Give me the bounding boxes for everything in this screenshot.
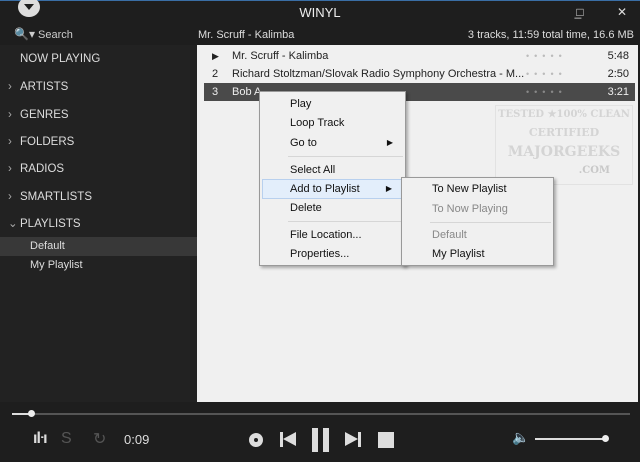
sidebar-item-label: RADIOS [20,163,65,175]
repeat-icon[interactable]: ↻ [93,429,106,449]
menu-item-play[interactable]: Play [262,94,403,114]
menu-item-go-to[interactable]: Go to ▶ [262,133,403,153]
sidebar-item-genres[interactable]: › GENRES [0,105,197,125]
shuffle-icon[interactable]: S [61,430,72,448]
chevron-right-icon: › [8,191,12,203]
search-icon: 🔍▾ [14,27,35,41]
watermark-line: MAJORGEEKS [507,144,621,160]
now-playing-info: Mr. Scruff - Kalimba [198,29,295,41]
sidebar-item-label: FOLDERS [20,136,75,148]
menu-item-file-location[interactable]: File Location... [262,225,403,245]
watermark: TESTED ★100% CLEAN CERTIFIED MAJORGEEKS … [495,105,633,185]
title-bar: WINYL _ □ ✕ [0,0,640,22]
watermark-line: CERTIFIED [528,126,600,139]
menu-item-loop-track[interactable]: Loop Track [262,113,403,133]
track-rating[interactable]: ••••• [526,47,567,65]
sidebar-item-now-playing[interactable]: NOW PLAYING [0,49,197,69]
track-rating[interactable]: ••••• [526,65,567,83]
sidebar-item-folders[interactable]: › FOLDERS [0,132,197,152]
track-row[interactable]: ▶ Mr. Scruff - Kalimba ••••• 5:48 [204,47,635,65]
sidebar-item-label: NOW PLAYING [20,53,101,65]
menu-item-label: Go to [290,137,317,149]
menu-item-add-to-playlist[interactable]: Add to Playlist ▶ [262,179,403,199]
window-title: WINYL [299,5,341,20]
volume-icon[interactable]: 🔈 [512,429,529,446]
track-name: Mr. Scruff - Kalimba [232,50,329,62]
sidebar-item-artists[interactable]: › ARTISTS [0,77,197,97]
track-number: 2 [212,68,219,80]
seek-bar[interactable] [12,413,630,415]
menu-item-delete[interactable]: Delete [262,198,403,218]
menu-separator [288,156,403,157]
submenu-item-default: Default [432,229,467,241]
playlist-item-my-playlist[interactable]: My Playlist [0,256,197,275]
chevron-down-icon: ⌄ [8,218,18,230]
chevron-right-icon: › [8,163,12,175]
menu-separator [288,221,403,222]
menu-item-properties[interactable]: Properties... [262,244,403,264]
chevron-right-icon: › [8,81,12,93]
maximize-button[interactable]: □ [569,3,591,21]
menu-separator [430,222,551,223]
volume-slider[interactable] [535,438,605,440]
search-button[interactable]: 🔍▾ Search [14,27,73,41]
sidebar-item-smartlists[interactable]: › SMARTLISTS [0,187,197,207]
submenu-item-my-playlist[interactable]: My Playlist [404,244,551,264]
track-name: Richard Stoltzman/Slovak Radio Symphony … [232,68,525,80]
track-duration: 5:48 [607,50,629,62]
equalizer-icon[interactable]: ıŀı [33,430,48,448]
record-icon[interactable] [249,433,263,447]
sidebar: NOW PLAYING › ARTISTS › GENRES › FOLDERS › R… [0,45,197,402]
sidebar-item-radios[interactable]: › RADIOS [0,159,197,179]
menu-item-select-all[interactable]: Select All [262,160,403,180]
sidebar-item-label: SMARTLISTS [20,191,92,203]
track-name: Bob A [232,86,262,98]
track-number: 3 [212,86,219,98]
track-rating[interactable]: ••••• [526,83,567,101]
submenu-item-now-playing: To Now Playing [432,203,508,215]
playlist-item-default[interactable]: Default [0,237,197,256]
stop-icon[interactable] [378,432,394,448]
playing-icon: ▶ [212,51,219,61]
close-button[interactable]: ✕ [611,3,633,21]
elapsed-time: 0:09 [124,432,150,447]
pause-icon[interactable] [312,428,330,452]
search-label: Search [38,29,73,41]
sidebar-item-label: ARTISTS [20,81,69,93]
watermark-line: TESTED ★100% CLEAN [498,109,630,120]
submenu-arrow-icon: ▶ [386,138,393,147]
volume-handle[interactable] [602,435,609,442]
track-duration: 3:21 [607,86,629,98]
sidebar-item-label: GENRES [20,109,69,121]
menu-item-label: Add to Playlist [290,183,360,195]
chevron-right-icon: › [8,109,12,121]
playlist-stats: 3 tracks, 11:59 total time, 16.6 MB [467,29,634,41]
chevron-right-icon: › [8,136,12,148]
sidebar-item-playlists[interactable]: ⌄ PLAYLISTS [0,214,197,234]
submenu-item-new-playlist[interactable]: To New Playlist [404,179,551,199]
track-row[interactable]: 2 Richard Stoltzman/Slovak Radio Symphon… [204,65,635,83]
sidebar-item-label: PLAYLISTS [20,218,81,230]
submenu-arrow-icon: ▶ [385,184,392,193]
add-to-playlist-submenu: To New Playlist To Now Playing Default M… [401,177,554,266]
context-menu: Play Loop Track Go to ▶ Select All Add to… [259,91,406,266]
track-duration: 2:50 [607,68,629,80]
